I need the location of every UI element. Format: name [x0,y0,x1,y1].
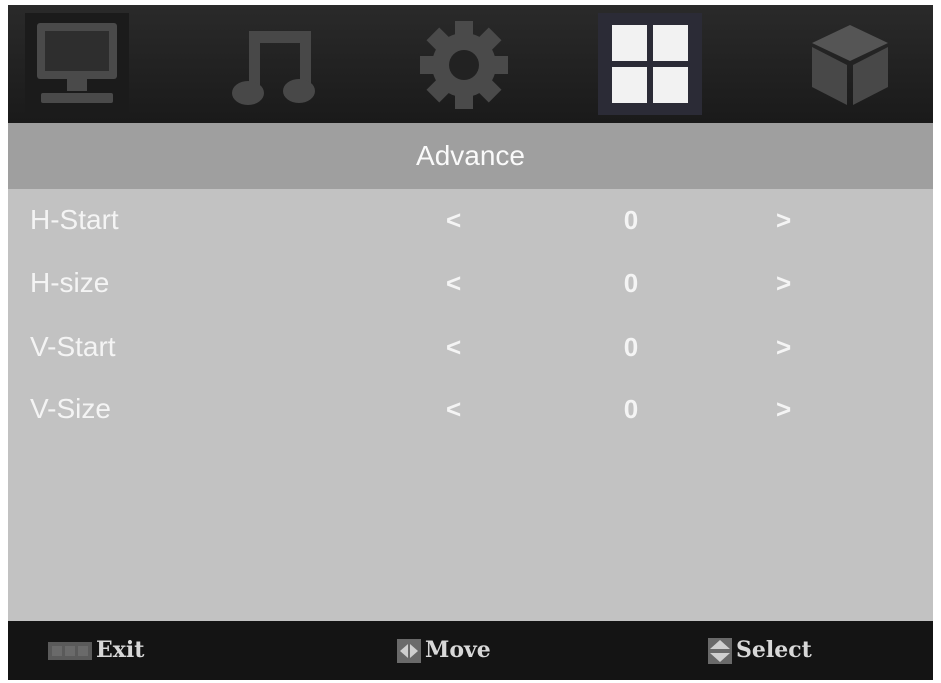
setting-value: 0 [623,394,639,424]
tab-picture[interactable] [25,13,129,115]
cube-icon [812,25,888,105]
setting-row-h-size[interactable]: H-size < 0 > [8,252,933,314]
setting-value: 0 [623,205,639,235]
setting-label: H-Start [30,204,119,235]
tab-extras[interactable] [798,13,902,115]
left-right-arrows-icon [397,639,421,663]
increase-arrow[interactable]: > [776,252,791,314]
hint-bar: Exit Move Select [8,621,933,680]
menu-tab-bar [8,5,933,123]
monitor-icon [37,23,117,103]
hint-select: Select [708,621,812,680]
exit-label: Exit [96,637,145,663]
gear-icon [420,21,508,109]
setting-row-h-start[interactable]: H-Start < 0 > [8,189,933,251]
music-note-icon [232,31,315,105]
setting-label: V-Start [30,331,116,362]
setting-label: H-size [30,267,110,298]
tab-setup[interactable] [412,13,516,115]
decrease-arrow[interactable]: < [446,189,461,251]
setting-row-v-start[interactable]: V-Start < 0 > [8,316,933,378]
decrease-arrow[interactable]: < [446,378,461,440]
setting-value: 0 [623,268,639,298]
move-label: Move [425,637,491,663]
tab-sound[interactable] [221,13,325,115]
window-grid-icon [612,25,688,103]
increase-arrow[interactable]: > [776,378,791,440]
osd-screen: Advance H-Start < 0 > H-size < 0 > V-Sta… [8,5,933,680]
select-label: Select [736,637,812,663]
setting-row-v-size[interactable]: V-Size < 0 > [8,378,933,440]
up-down-arrows-icon [708,638,732,664]
tab-advance[interactable] [598,13,702,115]
menu-title: Advance [8,123,933,189]
decrease-arrow[interactable]: < [446,316,461,378]
increase-arrow[interactable]: > [776,189,791,251]
setting-label: V-Size [30,393,111,424]
hint-exit: Exit [48,621,144,680]
menu-key-icon [48,642,92,660]
decrease-arrow[interactable]: < [446,252,461,314]
setting-value: 0 [623,332,639,362]
increase-arrow[interactable]: > [776,316,791,378]
hint-move: Move [397,621,491,680]
